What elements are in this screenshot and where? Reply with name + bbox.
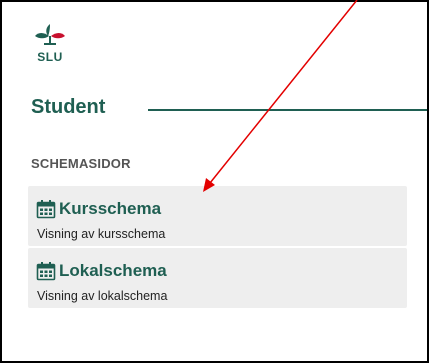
schedule-item-kursschema[interactable]: Kursschema Visning av kursschema: [28, 186, 407, 246]
lokalschema-description: Visning av lokalschema: [37, 289, 168, 303]
heading-divider: [148, 109, 427, 111]
calendar-icon: [36, 200, 56, 219]
schedule-item-lokalschema[interactable]: Lokalschema Visning av lokalschema: [28, 248, 407, 308]
logo-text: SLU: [37, 50, 63, 64]
page-frame: SLU Student SCHEMASIDOR Kursschema Visni…: [0, 0, 429, 363]
student-heading: Student: [31, 96, 106, 118]
item-title-row: Lokalschema: [36, 261, 167, 281]
lokalschema-link[interactable]: Lokalschema: [59, 261, 167, 281]
slu-leaf-icon: [35, 24, 65, 45]
kursschema-description: Visning av kursschema: [37, 227, 166, 241]
item-title-row: Kursschema: [36, 199, 161, 219]
kursschema-link[interactable]: Kursschema: [59, 199, 161, 219]
calendar-icon: [36, 262, 56, 281]
section-label: SCHEMASIDOR: [31, 156, 131, 171]
slu-logo[interactable]: SLU: [34, 22, 66, 66]
